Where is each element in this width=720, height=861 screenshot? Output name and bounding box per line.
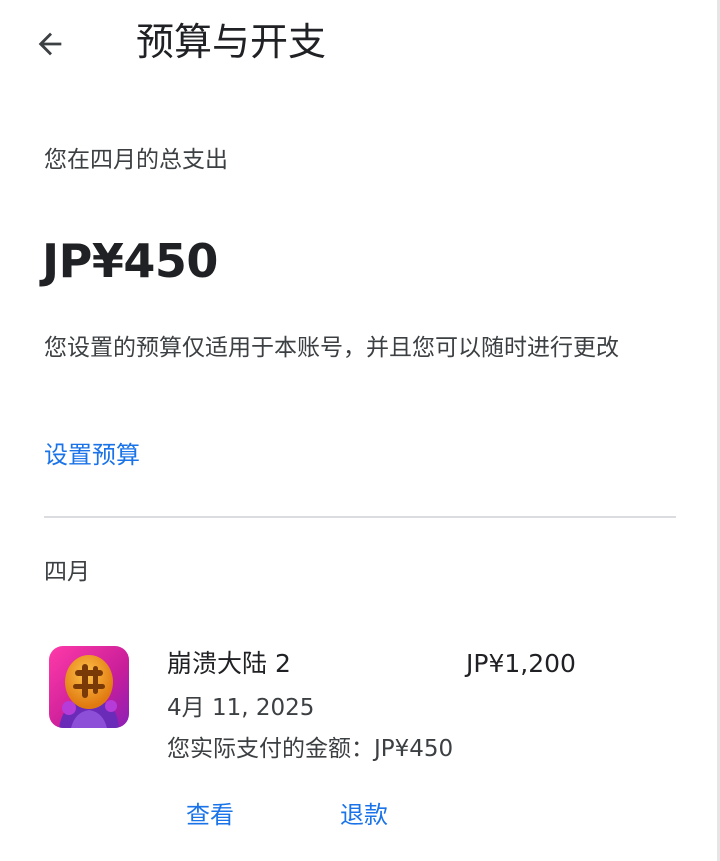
total-spend-amount: JP¥450 bbox=[42, 234, 218, 288]
refund-button[interactable]: 退款 bbox=[340, 794, 388, 836]
app-bar: 预算与开支 bbox=[0, 0, 720, 90]
page-title: 预算与开支 bbox=[136, 20, 327, 64]
purchase-date: 4月 11, 2025 bbox=[167, 695, 315, 721]
back-button[interactable] bbox=[24, 18, 76, 70]
game-app-icon bbox=[49, 646, 129, 728]
set-budget-button[interactable]: 设置预算 bbox=[44, 435, 140, 475]
divider bbox=[44, 516, 676, 518]
paid-amount: 您实际支付的金额：JP¥450 bbox=[167, 736, 454, 762]
view-button[interactable]: 查看 bbox=[186, 794, 234, 836]
monthly-spend-label: 您在四月的总支出 bbox=[44, 147, 228, 173]
budget-note: 您设置的预算仅适用于本账号，并且您可以随时进行更改 bbox=[44, 335, 619, 361]
arrow-left-icon bbox=[38, 32, 62, 56]
purchase-app-name: 崩溃大陆 2 bbox=[167, 649, 291, 678]
purchase-price: JP¥1,200 bbox=[466, 649, 576, 678]
month-header: 四月 bbox=[44, 559, 90, 585]
